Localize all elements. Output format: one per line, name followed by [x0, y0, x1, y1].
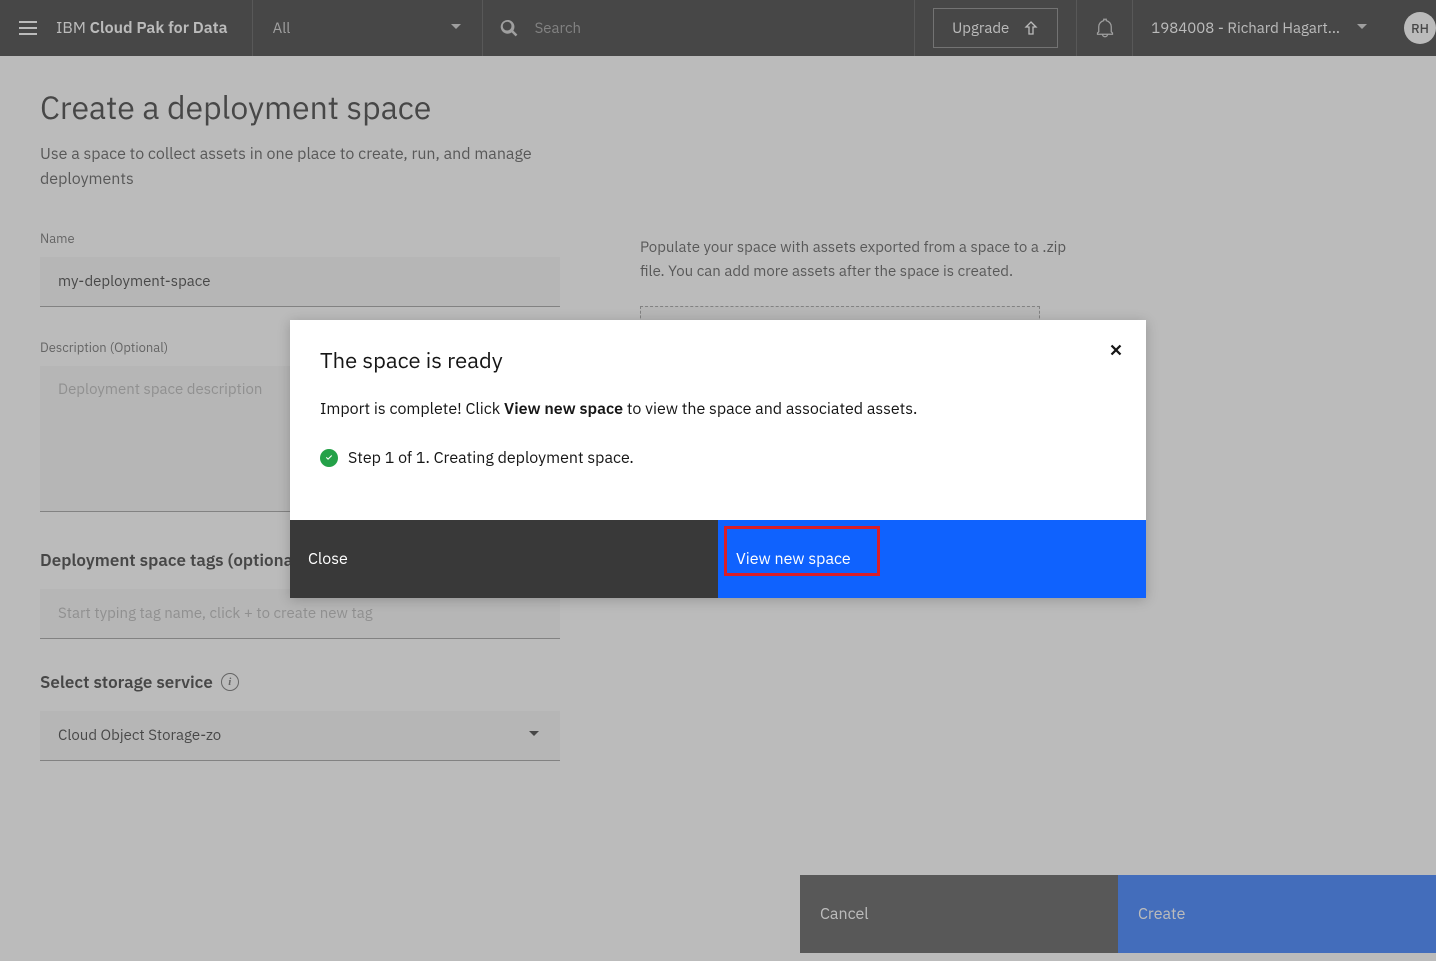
modal-title: The space is ready [320, 346, 1116, 375]
view-new-space-label: View new space [736, 549, 851, 569]
modal-close-action-button[interactable]: Close [290, 520, 718, 598]
space-ready-modal: The space is ready Import is complete! C… [290, 320, 1146, 598]
modal-step-text: Step 1 of 1. Creating deployment space. [348, 448, 634, 468]
modal-close-button[interactable] [1104, 338, 1128, 362]
modal-footer: Close View new space [290, 520, 1146, 598]
close-icon [1107, 341, 1125, 359]
modal-body: The space is ready Import is complete! C… [290, 320, 1146, 520]
modal-step-row: Step 1 of 1. Creating deployment space. [320, 448, 1116, 468]
modal-description: Import is complete! Click View new space… [320, 397, 940, 422]
view-new-space-button[interactable]: View new space [718, 520, 1146, 598]
success-check-icon [320, 449, 338, 467]
